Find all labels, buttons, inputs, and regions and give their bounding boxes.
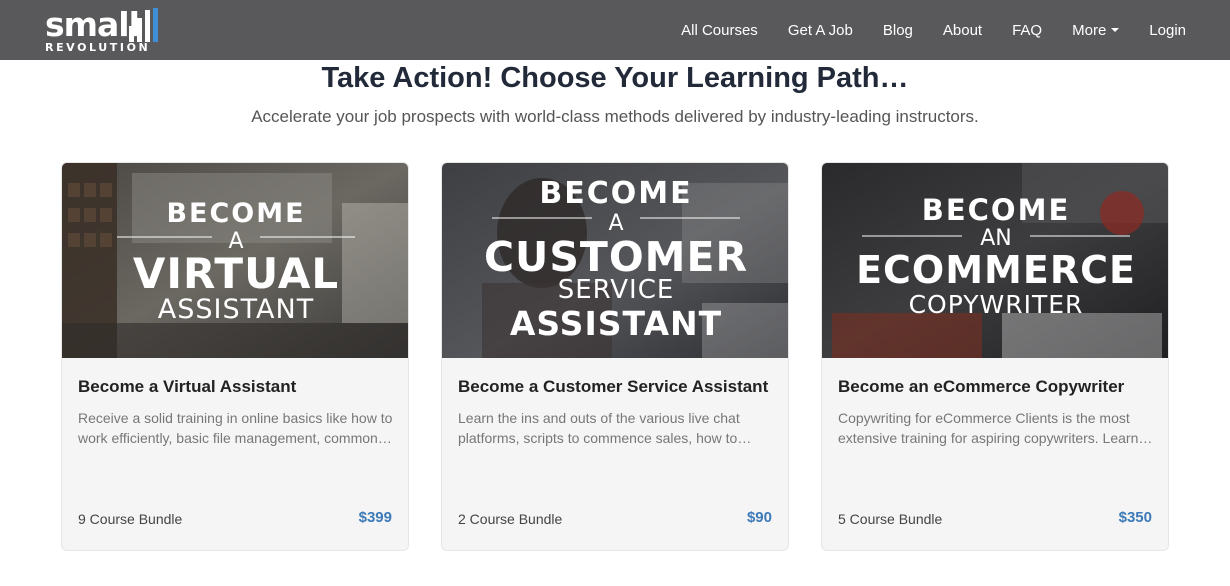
- nav-about[interactable]: About: [943, 22, 982, 39]
- image-line-4: COPYWRITER: [909, 290, 1084, 319]
- nav-more-dropdown[interactable]: More: [1072, 21, 1120, 39]
- course-bundle-count: 9 Course Bundle: [78, 511, 183, 527]
- nav-menu: All Courses Get A Job Blog About FAQ Mor…: [651, 0, 1186, 60]
- course-price: $399: [358, 509, 392, 526]
- course-image-customer-service-assistant[interactable]: BECOME A CUSTOMER SERVICE ASSISTANT: [442, 163, 788, 358]
- course-card-customer-service-assistant[interactable]: BECOME A CUSTOMER SERVICE ASSISTANT Beco…: [441, 162, 789, 551]
- course-bundle-count: 5 Course Bundle: [838, 511, 943, 527]
- course-price: $90: [746, 509, 772, 526]
- image-line-1: BECOME: [539, 176, 692, 211]
- nav-faq[interactable]: FAQ: [1012, 22, 1042, 39]
- course-description: Copywriting for eCommerce Clients is the…: [838, 410, 1154, 446]
- nav-all-courses[interactable]: All Courses: [681, 22, 758, 39]
- logo-wordmark: small: [45, 5, 140, 44]
- image-line-4: SERVICE: [558, 275, 675, 305]
- caret-down-icon: [1111, 28, 1120, 32]
- top-navbar: small REVOLUTION All Courses Get A Job B…: [0, 0, 1230, 60]
- course-title[interactable]: Become a Customer Service Assistant: [458, 376, 778, 398]
- course-image-virtual-assistant[interactable]: BECOME A VIRTUAL ASSISTANT: [62, 163, 408, 358]
- image-line-1: BECOME: [166, 198, 305, 229]
- small-revolution-logo[interactable]: small REVOLUTION: [45, 6, 165, 54]
- image-line-5: ASSISTANT: [510, 304, 722, 343]
- course-title[interactable]: Become an eCommerce Copywriter: [838, 376, 1158, 398]
- page-subtitle: Accelerate your job prospects with world…: [251, 107, 979, 126]
- nav-login[interactable]: Login: [1149, 22, 1186, 39]
- logo-subtext: REVOLUTION: [45, 41, 151, 54]
- nav-get-a-job[interactable]: Get A Job: [788, 22, 853, 39]
- course-price: $350: [1118, 509, 1152, 526]
- course-image-ecommerce-copywriter[interactable]: BECOME AN ECOMMERCE COPYWRITER: [822, 163, 1168, 358]
- image-line-3: ECOMMERCE: [856, 248, 1136, 292]
- page-title: Take Action! Choose Your Learning Path…: [321, 62, 909, 94]
- image-line-3: CUSTOMER: [484, 233, 748, 281]
- course-description: Receive a solid training in online basic…: [78, 410, 393, 446]
- course-card-ecommerce-copywriter[interactable]: BECOME AN ECOMMERCE COPYWRITER Become an…: [821, 162, 1169, 551]
- image-line-3: VIRTUAL: [133, 249, 339, 298]
- logo-bars-icon: [129, 8, 158, 42]
- image-line-4: ASSISTANT: [158, 294, 314, 325]
- course-title[interactable]: Become a Virtual Assistant: [78, 376, 398, 398]
- image-line-1: BECOME: [922, 193, 1071, 227]
- course-bundle-count: 2 Course Bundle: [458, 511, 563, 527]
- course-card-virtual-assistant[interactable]: BECOME A VIRTUAL ASSISTANT Become a Virt…: [61, 162, 409, 551]
- nav-blog[interactable]: Blog: [883, 22, 913, 39]
- course-description: Learn the ins and outs of the various li…: [458, 410, 740, 446]
- nav-more-label: More: [1072, 21, 1107, 39]
